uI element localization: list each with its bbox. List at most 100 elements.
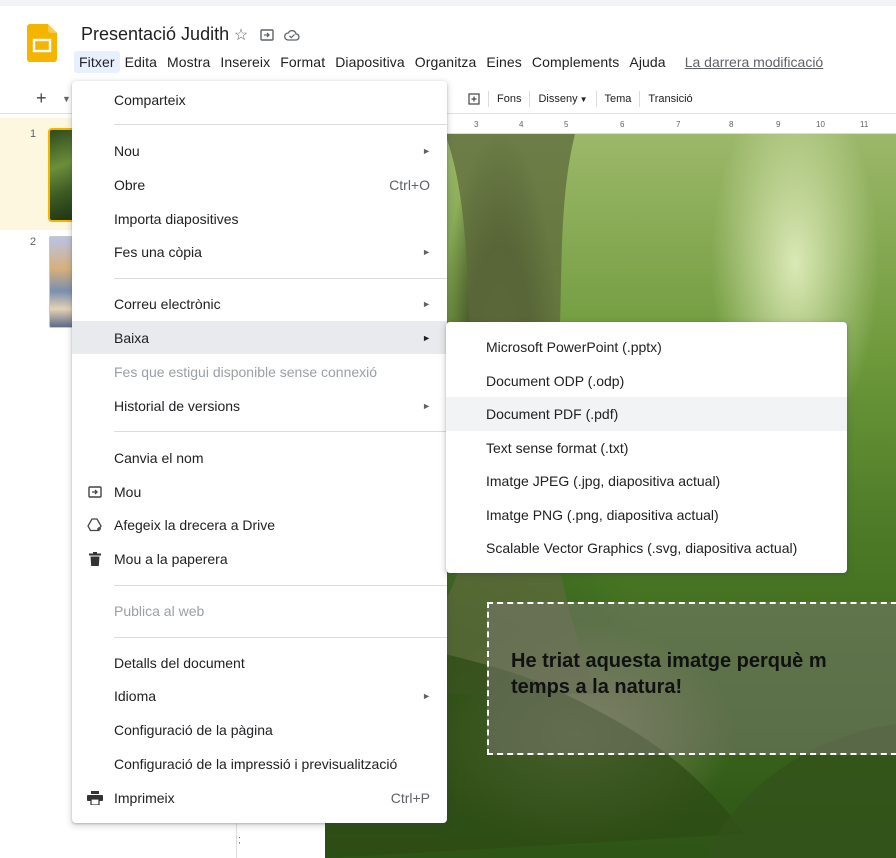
ruler-number: 8 <box>729 120 734 129</box>
menu-item-label: Historial de versions <box>114 397 241 414</box>
transition-button[interactable]: Transició <box>640 90 700 108</box>
menu-item-label: Mou a la paperera <box>114 550 228 567</box>
menu-item-offline: Fes que estigui disponible sense connexi… <box>72 355 447 388</box>
download-jpg[interactable]: Imatge JPEG (.jpg, diapositiva actual) <box>446 464 847 498</box>
menu-file[interactable]: Fitxer <box>74 51 120 73</box>
slide-text-box[interactable]: He triat aquesta imatge perquè m temps a… <box>487 602 896 755</box>
menu-item-version-history[interactable]: Historial de versions ► <box>72 389 447 422</box>
submenu-arrow-icon: ► <box>422 298 431 309</box>
menu-item-document-details[interactable]: Detalls del document <box>72 646 447 679</box>
print-icon <box>86 789 104 807</box>
menu-help[interactable]: Ajuda <box>624 51 670 73</box>
menu-item-new[interactable]: Nou ► <box>72 134 447 167</box>
menu-item-label: Canvia el nom <box>114 449 204 466</box>
menu-item-label: Configuració de la impressió i previsual… <box>114 755 398 772</box>
theme-button[interactable]: Tema <box>597 90 640 108</box>
menu-divider <box>114 124 447 125</box>
menu-item-email[interactable]: Correu electrònic ► <box>72 287 447 320</box>
menu-item-label: Comparteix <box>114 91 186 108</box>
menu-item-publish-web: Publica al web <box>72 594 447 627</box>
menu-item-label: Configuració de la pàgina <box>114 721 273 738</box>
layout-button-label: Disseny <box>538 93 578 105</box>
menu-format[interactable]: Format <box>275 51 330 73</box>
menu-tools[interactable]: Eines <box>481 51 527 73</box>
menu-item-share[interactable]: Comparteix <box>72 83 447 116</box>
cloud-status-icon[interactable] <box>283 26 301 44</box>
ruler-number: 9 <box>776 120 781 129</box>
menu-item-trash[interactable]: Mou a la paperera <box>72 542 447 575</box>
download-submenu: Microsoft PowerPoint (.pptx) Document OD… <box>446 322 847 573</box>
move-to-folder-icon[interactable] <box>258 26 276 44</box>
menu-item-label: Imatge PNG (.png, diapositiva actual) <box>486 507 719 523</box>
download-pptx[interactable]: Microsoft PowerPoint (.pptx) <box>446 330 847 364</box>
ruler-number: 11 <box>860 120 869 129</box>
slides-logo-icon[interactable] <box>27 24 57 62</box>
menu-item-download[interactable]: Baixa ► <box>72 321 447 354</box>
submenu-arrow-icon: ► <box>422 690 431 701</box>
menu-view[interactable]: Mostra <box>162 51 215 73</box>
menu-item-print-settings[interactable]: Configuració de la impressió i previsual… <box>72 747 447 780</box>
menu-item-rename[interactable]: Canvia el nom <box>72 441 447 474</box>
slide-text[interactable]: He triat aquesta imatge perquè m temps a… <box>511 648 896 700</box>
chevron-down-icon[interactable]: ▼ <box>62 94 71 104</box>
menu-item-label: Importa diapositives <box>114 210 239 227</box>
toolbar-slide-actions: Fons Disseny ▼ Tema Transició <box>460 90 701 108</box>
download-png[interactable]: Imatge PNG (.png, diapositiva actual) <box>446 498 847 532</box>
menu-divider <box>114 431 447 432</box>
folder-move-icon <box>86 483 104 501</box>
menu-item-shortcut: Ctrl+P <box>390 789 430 806</box>
menu-item-label: Microsoft PowerPoint (.pptx) <box>486 339 662 355</box>
drive-shortcut-icon <box>86 516 104 534</box>
ruler-number: 7 <box>676 120 681 129</box>
star-icon[interactable]: ☆ <box>232 26 250 44</box>
chevron-down-icon: ▼ <box>579 94 588 104</box>
menu-divider <box>114 637 447 638</box>
ruler-number: 4 <box>519 120 524 129</box>
trash-icon <box>86 550 104 568</box>
download-pdf[interactable]: Document PDF (.pdf) <box>446 397 847 431</box>
menu-item-page-setup[interactable]: Configuració de la pàgina <box>72 713 447 746</box>
background-button[interactable]: Fons <box>489 90 529 108</box>
menu-item-label: Imatge JPEG (.jpg, diapositiva actual) <box>486 473 721 489</box>
menu-item-label: Document ODP (.odp) <box>486 373 625 389</box>
file-menu: Comparteix Nou ► Obre Ctrl+O Importa dia… <box>72 81 447 823</box>
download-txt[interactable]: Text sense format (.txt) <box>446 431 847 465</box>
slide-number: 1 <box>30 128 37 140</box>
slide-number: 2 <box>30 236 37 248</box>
menu-item-import-slides[interactable]: Importa diapositives <box>72 202 447 235</box>
layout-button[interactable]: Disseny ▼ <box>530 90 595 108</box>
menu-item-shortcut: Ctrl+O <box>389 176 430 193</box>
menu-item-print[interactable]: Imprimeix Ctrl+P <box>72 781 447 814</box>
menu-item-label: Document PDF (.pdf) <box>486 406 619 422</box>
menu-arrange[interactable]: Organitza <box>410 51 482 73</box>
menu-item-label: Publica al web <box>114 602 205 619</box>
menu-addons[interactable]: Complements <box>527 51 624 73</box>
menu-item-label: Scalable Vector Graphics (.svg, diaposit… <box>486 540 798 556</box>
menu-bar: Fitxer Edita Mostra Insereix Format Diap… <box>74 50 823 74</box>
menu-item-language[interactable]: Idioma ► <box>72 679 447 712</box>
menu-item-label: Fes una còpia <box>114 243 202 260</box>
submenu-arrow-icon: ► <box>422 332 431 343</box>
horizontal-ruler: 3 4 5 6 7 8 9 10 11 <box>446 118 896 134</box>
menu-divider <box>114 278 447 279</box>
menu-item-add-shortcut[interactable]: Afegeix la drecera a Drive <box>72 508 447 541</box>
last-edit-link[interactable]: La darrera modificació <box>671 54 824 70</box>
menu-item-label: Correu electrònic <box>114 295 221 312</box>
download-svg[interactable]: Scalable Vector Graphics (.svg, diaposit… <box>446 531 847 565</box>
menu-item-label: Nou <box>114 142 140 159</box>
ruler-number: 3 <box>474 120 479 129</box>
menu-item-label: Obre <box>114 176 146 193</box>
ruler-number: 10 <box>816 120 825 129</box>
new-slide-button[interactable]: + <box>36 88 47 109</box>
document-title[interactable]: Presentació Judith <box>81 24 229 45</box>
menu-item-make-copy[interactable]: Fes una còpia ► <box>72 235 447 268</box>
menu-item-label: Text sense format (.txt) <box>486 440 629 456</box>
menu-item-label: Fes que estigui disponible sense connexi… <box>114 363 378 380</box>
menu-insert[interactable]: Insereix <box>215 51 275 73</box>
menu-item-move[interactable]: Mou <box>72 475 447 508</box>
menu-item-open[interactable]: Obre Ctrl+O <box>72 168 447 201</box>
menu-edit[interactable]: Edita <box>120 51 162 73</box>
download-odp[interactable]: Document ODP (.odp) <box>446 364 847 398</box>
menu-slide[interactable]: Diapositiva <box>330 51 410 73</box>
add-comment-icon[interactable] <box>460 90 488 108</box>
